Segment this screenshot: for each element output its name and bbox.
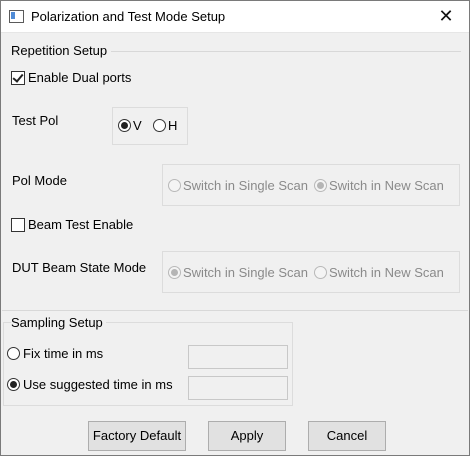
window-title: Polarization and Test Mode Setup	[31, 9, 226, 24]
fix-time-radio[interactable]	[7, 347, 20, 360]
pol-mode-new-scan-label[interactable]: Switch in New Scan	[329, 178, 444, 193]
factory-default-button[interactable]: Factory Default	[88, 421, 186, 451]
dialog-window: Polarization and Test Mode Setup ✕ Repet…	[0, 0, 470, 456]
enable-dual-ports-label[interactable]: Enable Dual ports	[28, 70, 131, 85]
dut-beam-new-scan-label[interactable]: Switch in New Scan	[329, 265, 444, 280]
repetition-setup-divider	[111, 51, 461, 52]
test-pol-v-label[interactable]: V	[133, 118, 142, 133]
dut-beam-state-mode-label: DUT Beam State Mode	[12, 260, 147, 275]
dut-beam-radio-single-scan[interactable]	[168, 266, 181, 279]
close-button[interactable]: ✕	[429, 2, 463, 30]
dut-beam-radio-new-scan[interactable]	[314, 266, 327, 279]
pol-mode-single-scan-label[interactable]: Switch in Single Scan	[183, 178, 308, 193]
beam-test-enable-label[interactable]: Beam Test Enable	[28, 217, 133, 232]
suggested-time-radio[interactable]	[7, 378, 20, 391]
fix-time-input[interactable]	[188, 345, 288, 369]
beam-test-enable-checkbox[interactable]	[11, 218, 25, 232]
pol-mode-radio-new-scan[interactable]	[314, 179, 327, 192]
enable-dual-ports-checkbox[interactable]	[11, 71, 25, 85]
app-icon	[9, 10, 24, 23]
section-divider	[2, 310, 468, 311]
test-pol-h-label[interactable]: H	[168, 118, 177, 133]
sampling-setup-title: Sampling Setup	[11, 315, 106, 330]
cancel-button[interactable]: Cancel	[308, 421, 386, 451]
test-pol-radio-h[interactable]	[153, 119, 166, 132]
dut-beam-single-scan-label[interactable]: Switch in Single Scan	[183, 265, 308, 280]
apply-button[interactable]: Apply	[208, 421, 286, 451]
pol-mode-radio-single-scan[interactable]	[168, 179, 181, 192]
suggested-time-label[interactable]: Use suggested time in ms	[23, 377, 173, 392]
suggested-time-input[interactable]	[188, 376, 288, 400]
repetition-setup-title: Repetition Setup	[11, 43, 108, 58]
title-bar: Polarization and Test Mode Setup ✕	[1, 1, 469, 33]
fix-time-label[interactable]: Fix time in ms	[23, 346, 103, 361]
test-pol-radio-v[interactable]	[118, 119, 131, 132]
pol-mode-label: Pol Mode	[12, 173, 67, 188]
test-pol-label: Test Pol	[12, 113, 59, 128]
